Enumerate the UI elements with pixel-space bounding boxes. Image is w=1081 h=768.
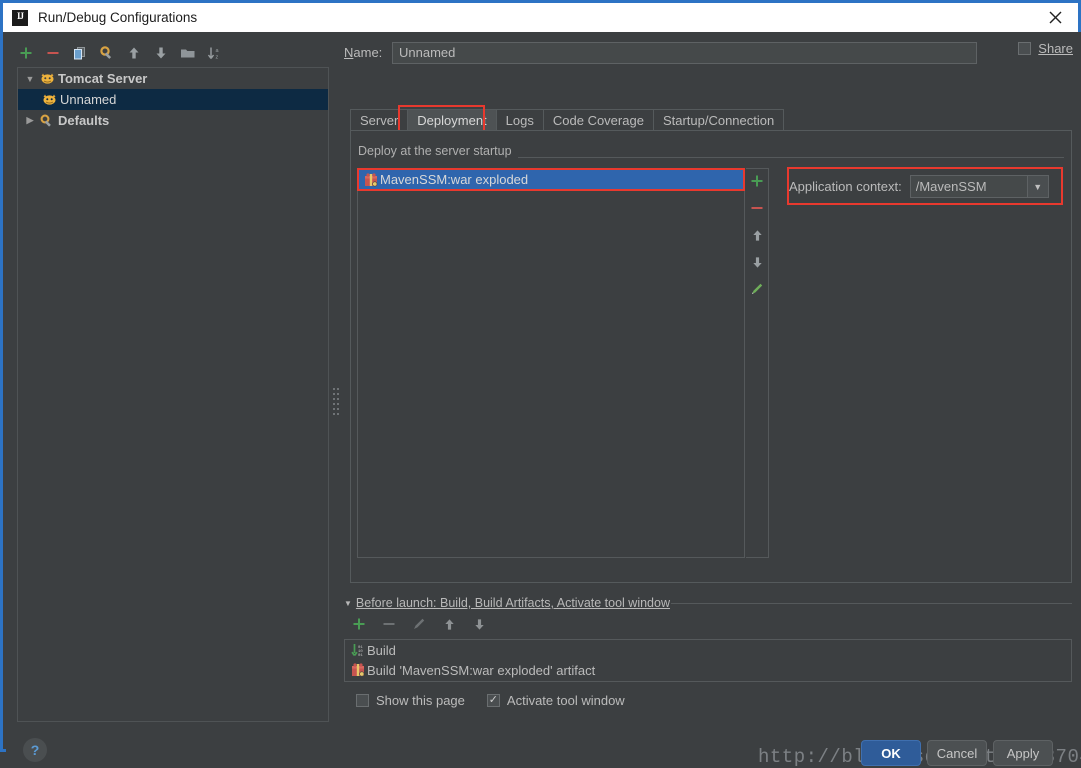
splitter-handle[interactable] [333, 388, 340, 418]
application-context-label: Application context: [789, 179, 902, 194]
intellij-idea-icon: IJ [12, 9, 28, 26]
task-label: Build [367, 642, 396, 658]
tomcat-cat-icon [38, 71, 56, 87]
help-icon[interactable]: ? [23, 738, 47, 762]
tab-logs[interactable]: Logs [495, 109, 544, 131]
copy-icon[interactable] [71, 44, 89, 62]
triangle-down-icon[interactable]: ▼ [22, 71, 38, 87]
checkbox-box[interactable] [356, 694, 369, 707]
share-checkbox[interactable]: Share [1018, 41, 1073, 56]
plus-icon[interactable] [350, 615, 368, 633]
share-label: Share [1038, 41, 1073, 56]
page-title: Run/Debug Configurations [38, 10, 198, 25]
artifact-icon [362, 172, 380, 187]
configurations-toolbar: a z [17, 40, 327, 66]
arrow-down-icon[interactable] [470, 615, 488, 633]
application-context-row: Application context: ▼ [789, 175, 1049, 198]
activate-tool-window-checkbox[interactable]: ✓ Activate tool window [486, 693, 625, 708]
artifact-icon [349, 663, 367, 677]
arrow-up-icon[interactable] [125, 44, 143, 62]
chevron-down-icon[interactable]: ▼ [1027, 175, 1049, 198]
before-launch-label: Before launch: Build, Build Artifacts, A… [355, 596, 670, 610]
dialog-button-bar: OK Cancel Apply [861, 740, 1053, 766]
checkbox-label: Show this page [376, 693, 465, 708]
panel-splitter[interactable] [331, 40, 342, 724]
tab-server[interactable]: Server [350, 109, 409, 131]
name-label: Name: [344, 45, 383, 60]
dialog-body: a z ▼ Tomcat Server Unnamed ▶ Defaults N… [6, 32, 1081, 768]
before-launch-header[interactable]: ▼ Before launch: Build, Build Artifacts,… [344, 596, 670, 610]
arrow-up-icon[interactable] [440, 615, 458, 633]
arrow-down-icon[interactable] [152, 44, 170, 62]
tree-item-tomcat-server[interactable]: ▼ Tomcat Server [18, 68, 328, 89]
tab-code-coverage[interactable]: Code Coverage [542, 109, 654, 131]
before-launch-separator [671, 603, 1072, 604]
before-launch-tasks-list[interactable]: 01 10 01 Build Build 'MavenSSM:war explo… [344, 639, 1072, 682]
application-context-input[interactable] [909, 175, 1028, 198]
list-item[interactable]: 01 10 01 Build [345, 640, 1071, 660]
close-icon[interactable] [1032, 3, 1078, 32]
minus-icon[interactable] [44, 44, 62, 62]
list-item[interactable]: MavenSSM:war exploded [358, 169, 744, 190]
tree-item-label: Tomcat Server [58, 71, 148, 86]
deployment-side-toolbar [746, 168, 769, 558]
minus-icon[interactable] [380, 615, 398, 633]
plus-icon[interactable] [17, 44, 35, 62]
triangle-right-icon[interactable]: ▶ [22, 113, 38, 129]
tree-item-label: Defaults [58, 113, 110, 128]
checkbox-box[interactable]: ✓ [486, 694, 500, 707]
before-launch-toolbar [350, 615, 488, 633]
title-bar: IJ Run/Debug Configurations [3, 3, 1078, 32]
task-label: Build 'MavenSSM:war exploded' artifact [367, 662, 596, 678]
wrench-icon [38, 113, 56, 129]
checkbox-label: Activate tool window [506, 693, 625, 708]
cancel-button[interactable]: Cancel [927, 740, 987, 766]
ok-button[interactable]: OK [861, 740, 921, 766]
tab-deployment[interactable]: Deployment [407, 109, 497, 131]
plus-icon[interactable] [748, 172, 766, 190]
show-this-page-checkbox[interactable]: Show this page [356, 693, 465, 708]
bottom-checkbox-row: Show this page ✓ Activate tool window [356, 693, 625, 708]
run-debug-configurations-dialog: IJ Run/Debug Configurations a z ▼ Tomcat… [0, 0, 1081, 768]
tree-item-label: Unnamed [60, 92, 117, 107]
list-item[interactable]: Build 'MavenSSM:war exploded' artifact [345, 660, 1071, 680]
configurations-tree[interactable]: ▼ Tomcat Server Unnamed ▶ Defaults [17, 67, 329, 722]
name-row: Name: [344, 40, 1074, 65]
apply-button[interactable]: Apply [993, 740, 1053, 766]
wrench-icon[interactable] [98, 44, 116, 62]
svg-text:z: z [216, 55, 219, 61]
build-icon: 01 10 01 [349, 643, 367, 657]
artifact-label: MavenSSM:war exploded [380, 172, 529, 187]
minus-icon[interactable] [748, 199, 766, 217]
tab-startup-connection[interactable]: Startup/Connection [652, 109, 785, 131]
pencil-icon[interactable] [748, 280, 766, 298]
deployment-artifacts-list[interactable]: MavenSSM:war exploded [357, 168, 745, 558]
pencil-icon[interactable] [410, 615, 428, 633]
svg-text:01: 01 [358, 654, 363, 657]
folder-icon[interactable] [179, 44, 197, 62]
deploy-group-label: Deploy at the server startup [358, 144, 518, 158]
arrow-down-icon[interactable] [748, 253, 766, 271]
tree-item-unnamed[interactable]: Unnamed [18, 89, 328, 110]
svg-text:a: a [216, 48, 220, 54]
tree-item-defaults[interactable]: ▶ Defaults [18, 110, 328, 131]
configuration-tabs[interactable]: Server Deployment Logs Code Coverage Sta… [350, 108, 785, 131]
name-input[interactable] [392, 41, 977, 64]
triangle-down-icon[interactable]: ▼ [344, 599, 352, 608]
checkbox-box[interactable] [1018, 42, 1032, 55]
tomcat-cat-icon [40, 92, 58, 108]
sort-az-icon[interactable]: a z [206, 44, 224, 62]
arrow-up-icon[interactable] [748, 226, 766, 244]
